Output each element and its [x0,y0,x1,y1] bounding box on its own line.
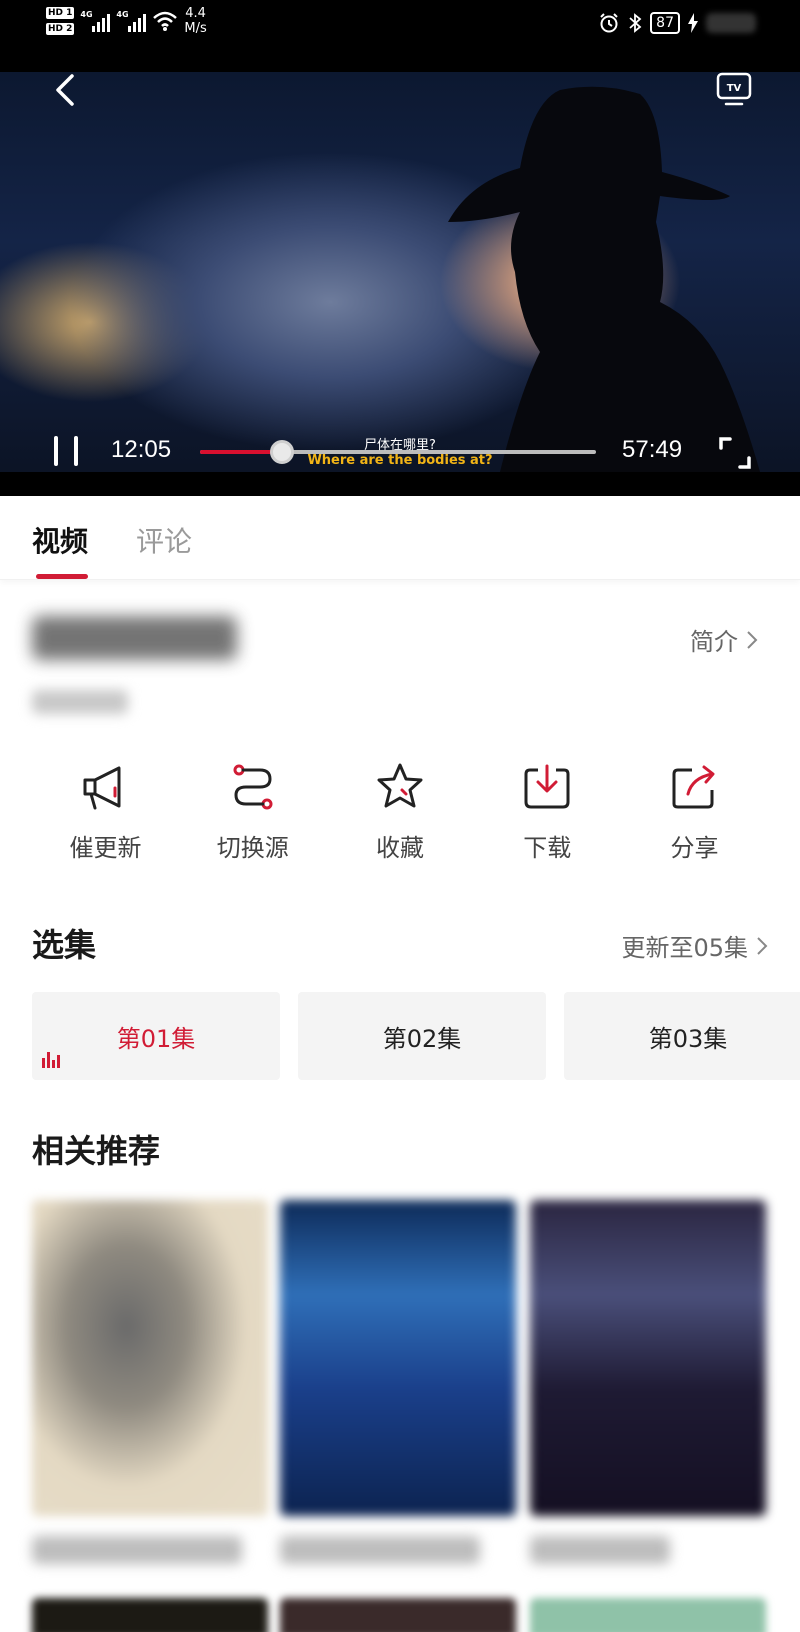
recommend-caption-1-blurred [32,1536,242,1564]
wifi-icon [153,11,178,31]
subtitle: 尸体在哪里? Where are the bodies at? [260,438,540,468]
episode-label: 第02集 [382,1024,462,1053]
episode-item-03[interactable]: 第03集 [564,992,800,1080]
show-meta-blurred [32,690,128,714]
tab-underline [36,574,88,579]
episode-list: 第01集 第02集 第03集 [32,992,800,1080]
pause-button[interactable] [52,436,82,468]
network-speed-value: 4.4 [185,6,206,21]
alarm-icon [600,13,618,33]
current-time: 12:05 [111,436,172,463]
show-title-blurred [32,616,237,660]
share-button[interactable]: 分享 [621,760,768,863]
chevron-right-icon [747,630,758,649]
favorite-label: 收藏 [376,834,424,862]
episodes-more-link[interactable]: 更新至05集 [621,928,768,963]
recommend-caption-3-blurred [530,1536,670,1564]
megaphone-icon [83,766,120,810]
net-type-label-2: 4G [116,10,129,19]
intro-label: 简介 [690,628,738,656]
episodes-more-label: 更新至05集 [621,934,748,962]
subtitle-zh: 尸体在哪里? [364,438,436,453]
sim2-indicator: HD 2 [46,23,75,35]
cast-tv-button[interactable]: TV [716,72,752,106]
favorite-button[interactable]: 收藏 [327,760,474,863]
recommend-poster-2[interactable] [280,1200,516,1516]
sim1-indicator: HD 1 [46,7,75,19]
charging-icon [688,13,698,33]
tab-comments[interactable]: 评论 [136,520,192,560]
bluetooth-icon [629,13,642,33]
tab-bar: 视频 评论 [0,496,800,580]
recommend-poster-5[interactable] [280,1598,516,1632]
fullscreen-button[interactable] [718,436,752,470]
star-icon [377,763,423,808]
status-right: 87 [598,12,756,34]
battery-indicator: 87 [650,12,680,34]
recommend-poster-6[interactable] [530,1598,766,1632]
recommend-poster-4[interactable] [32,1598,268,1632]
net-type-label: 4G [80,10,93,19]
now-playing-icon [42,1052,60,1068]
episodes-title: 选集 [32,926,97,964]
network-speed: 4.4 M/s [184,6,206,36]
clock-blurred [706,13,756,33]
download-button[interactable]: 下载 [474,760,621,863]
urge-update-button[interactable]: 催更新 [32,760,179,863]
share-icon [672,765,714,809]
video-player[interactable]: TV 12:05 尸体在哪里? Where are the bodies at?… [0,72,800,496]
sim-indicators: HD 1 HD 2 [46,7,75,35]
episode-item-01[interactable]: 第01集 [32,992,280,1080]
network-speed-unit: M/s [184,21,207,36]
intro-link[interactable]: 简介 [690,622,758,657]
action-bar: 催更新 切换源 收藏 下载 分享 [32,760,768,863]
back-button[interactable] [50,72,86,112]
switch-source-label: 切换源 [216,834,289,862]
chevron-right-icon [757,936,768,955]
svg-text:TV: TV [727,83,742,94]
switch-source-icon [233,764,273,810]
signal-icon-2: 4G [116,10,147,32]
sim2-label: HD 2 [46,23,75,35]
download-label: 下载 [523,834,572,862]
switch-source-button[interactable]: 切换源 [179,760,326,863]
recommend-list [32,1200,768,1564]
download-icon [524,764,570,809]
signal-icon: 4G [80,10,111,32]
urge-update-label: 催更新 [69,834,142,862]
tab-video[interactable]: 视频 [32,520,88,560]
recommend-list-row-2 [32,1598,768,1632]
status-left: HD 1 HD 2 4G 4G 4.4 M/s [46,6,207,36]
status-bar: HD 1 HD 2 4G 4G 4.4 M/s 87 [0,0,800,72]
total-time: 57:49 [622,436,683,463]
subtitle-en: Where are the bodies at? [307,453,493,468]
episode-item-02[interactable]: 第02集 [298,992,546,1080]
episode-label: 第03集 [648,1024,728,1053]
recommend-caption-2-blurred [280,1536,480,1564]
share-label: 分享 [670,834,719,862]
video-letterbox [0,472,800,496]
sim1-label: HD 1 [46,7,75,19]
recommend-title: 相关推荐 [32,1132,161,1170]
recommend-poster-3[interactable] [530,1200,766,1516]
recommend-poster-1[interactable] [32,1200,268,1516]
video-frame [448,86,760,473]
episode-label: 第01集 [116,1024,196,1053]
